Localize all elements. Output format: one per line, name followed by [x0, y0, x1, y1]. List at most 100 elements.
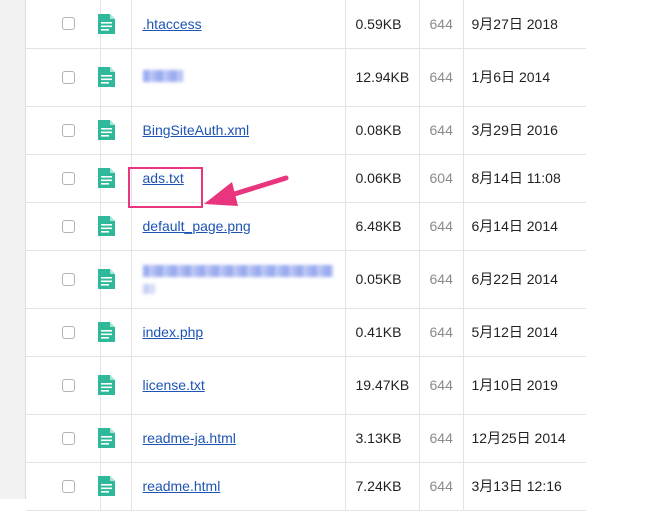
file-icon-cell: [97, 356, 131, 415]
file-name-link[interactable]: readme.html: [143, 478, 221, 494]
row-checkbox-cell: [26, 308, 100, 357]
file-name-cell: [130, 48, 345, 107]
file-name-link[interactable]: license.txt: [143, 377, 205, 393]
file-icon-cell: [97, 154, 131, 203]
file-modified-date: 12月25日 2014: [462, 414, 586, 463]
file-document-icon: [97, 120, 115, 140]
file-size: 19.47KB: [355, 377, 410, 393]
row-checkbox[interactable]: [62, 219, 75, 233]
file-modified-date: 3月29日 2016: [462, 106, 586, 155]
table-row[interactable]: index.php 0.41KB 644 5月12日 2014: [26, 308, 586, 357]
table-row[interactable]: ads.txt 0.06KB 604 8月14日 11:08: [26, 154, 586, 203]
file-permission[interactable]: 644: [418, 356, 463, 415]
file-name-link[interactable]: .htaccess: [143, 16, 202, 32]
row-checkbox-cell: [26, 106, 100, 155]
file-name-link[interactable]: BingSiteAuth.xml: [143, 122, 250, 138]
file-permission[interactable]: 644: [418, 0, 463, 49]
row-checkbox[interactable]: [62, 123, 75, 137]
file-permission[interactable]: 644: [418, 414, 463, 463]
file-size: 7.24KB: [355, 478, 402, 494]
file-permission[interactable]: 644: [418, 462, 463, 511]
file-name-cell: index.php: [130, 308, 345, 357]
file-document-icon: [97, 67, 115, 87]
row-checkbox[interactable]: [62, 272, 75, 286]
file-name-cell: readme-ja.html: [130, 414, 345, 463]
file-permission[interactable]: 644: [418, 48, 463, 107]
file-permission[interactable]: 604: [418, 154, 463, 203]
file-modified-date: 5月12日 2014: [462, 308, 586, 357]
table-row[interactable]: default_page.png 6.48KB 644 6月14日 2014: [26, 202, 586, 251]
file-document-icon: [97, 216, 115, 236]
file-name-cell: license.txt: [130, 356, 345, 415]
table-row[interactable]: BingSiteAuth.xml 0.08KB 644 3月29日 2016: [26, 106, 586, 155]
file-icon-cell: [97, 308, 131, 357]
file-name-link[interactable]: index.php: [143, 324, 204, 340]
file-size-cell: 0.05KB: [344, 250, 419, 309]
file-size: 0.06KB: [355, 170, 402, 186]
row-checkbox-cell: [26, 202, 100, 251]
row-checkbox-cell: [26, 462, 100, 511]
annotation-highlight-box: [128, 167, 203, 208]
obscured-file-name: [142, 70, 183, 82]
row-checkbox-cell: [26, 48, 100, 107]
table-row[interactable]: license.txt 19.47KB 644 1月10日 2019: [26, 356, 586, 415]
obscured-file-name: [142, 284, 155, 294]
file-size-cell: 0.41KB: [344, 308, 419, 357]
table-row[interactable]: 0.05KB 644 6月22日 2014: [26, 250, 586, 309]
row-checkbox[interactable]: [62, 378, 75, 392]
row-checkbox[interactable]: [62, 431, 75, 445]
table-row[interactable]: readme.html 7.24KB 644 3月13日 12:16: [26, 462, 586, 511]
file-modified-date: 9月27日 2018: [462, 0, 586, 49]
file-icon-cell: [97, 0, 131, 49]
file-icon-cell: [97, 48, 131, 107]
file-list-table: .htaccess 0.59KB 644 9月27日 2018 12.94KB 644 1月…: [26, 0, 586, 511]
file-size: 6.48KB: [355, 218, 402, 234]
file-permission[interactable]: 644: [418, 250, 463, 309]
file-permission[interactable]: 644: [418, 308, 463, 357]
file-icon-cell: [97, 106, 131, 155]
row-checkbox[interactable]: [62, 479, 75, 493]
file-document-icon: [97, 476, 115, 496]
file-modified-date: 1月6日 2014: [462, 48, 586, 107]
table-row[interactable]: .htaccess 0.59KB 644 9月27日 2018: [26, 0, 586, 49]
file-size-cell: 7.24KB: [344, 462, 419, 511]
file-size-cell: 6.48KB: [344, 202, 419, 251]
file-document-icon: [97, 375, 115, 395]
file-size: 12.94KB: [355, 69, 410, 85]
file-size-cell: 19.47KB: [344, 356, 419, 415]
row-checkbox-cell: [26, 356, 100, 415]
file-modified-date: 6月14日 2014: [462, 202, 586, 251]
file-name-cell: BingSiteAuth.xml: [130, 106, 345, 155]
file-name-link[interactable]: default_page.png: [143, 218, 251, 234]
row-checkbox-cell: [26, 414, 100, 463]
left-panel-edge: [0, 0, 26, 499]
file-modified-date: 1月10日 2019: [462, 356, 586, 415]
obscured-file-name: [142, 265, 333, 277]
row-checkbox[interactable]: [62, 325, 75, 339]
file-size: 0.05KB: [355, 271, 402, 287]
file-document-icon: [97, 269, 115, 289]
file-permission[interactable]: 644: [418, 106, 463, 155]
file-name-cell: .htaccess: [130, 0, 345, 49]
file-size-cell: 3.13KB: [344, 414, 419, 463]
file-document-icon: [97, 322, 115, 342]
file-size-cell: 0.59KB: [344, 0, 419, 49]
row-checkbox-cell: [26, 0, 100, 49]
row-checkbox[interactable]: [62, 171, 75, 185]
row-checkbox[interactable]: [62, 17, 75, 31]
file-permission[interactable]: 644: [418, 202, 463, 251]
file-document-icon: [97, 168, 115, 188]
file-icon-cell: [97, 414, 131, 463]
table-row[interactable]: readme-ja.html 3.13KB 644 12月25日 2014: [26, 414, 586, 463]
row-checkbox[interactable]: [62, 70, 75, 84]
table-row[interactable]: 12.94KB 644 1月6日 2014: [26, 48, 586, 107]
file-name-link[interactable]: readme-ja.html: [143, 430, 236, 446]
row-checkbox-cell: [26, 250, 100, 309]
file-modified-date: 3月13日 12:16: [462, 462, 586, 511]
file-name-cell: [130, 250, 345, 309]
file-size: 0.59KB: [355, 15, 402, 32]
file-size: 0.41KB: [355, 324, 402, 340]
file-icon-cell: [97, 250, 131, 309]
arrow-pointer-icon: [204, 175, 289, 206]
file-document-icon: [97, 13, 115, 34]
